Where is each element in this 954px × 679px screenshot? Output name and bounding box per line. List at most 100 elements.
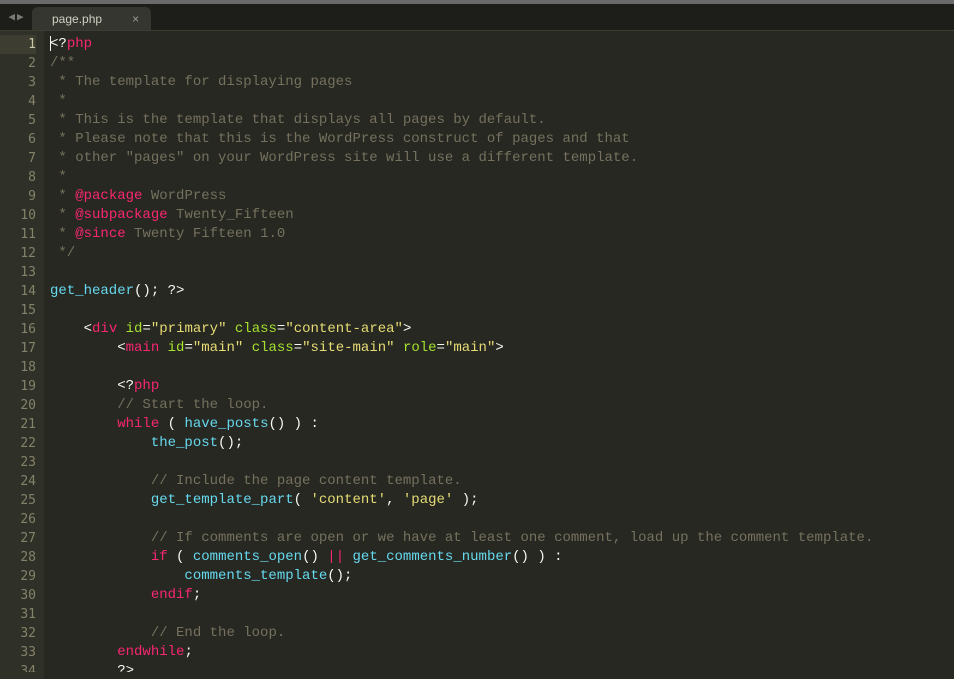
token-plain: ( (168, 549, 193, 565)
line-number[interactable]: 6 (0, 130, 36, 149)
token-attr: id (126, 321, 143, 337)
token-str: "main" (193, 340, 243, 356)
editor: 1234567891011121314151617181920212223242… (0, 31, 954, 679)
nav-arrows[interactable]: ◀ ▶ (0, 4, 32, 30)
token-cm: * (50, 188, 75, 204)
line-number[interactable]: 24 (0, 472, 36, 491)
line-number[interactable]: 17 (0, 339, 36, 358)
code-line[interactable]: * (50, 168, 954, 187)
token-attr: class (235, 321, 277, 337)
code-line[interactable]: while ( have_posts() ) : (50, 415, 954, 434)
token-cm: // If comments are open or we have at le… (151, 530, 874, 546)
line-number[interactable]: 13 (0, 263, 36, 282)
token-kw: main (126, 340, 160, 356)
line-number[interactable]: 32 (0, 624, 36, 643)
line-number[interactable]: 11 (0, 225, 36, 244)
code-line[interactable]: * @subpackage Twenty_Fifteen (50, 206, 954, 225)
line-number[interactable]: 12 (0, 244, 36, 263)
code-line[interactable] (50, 453, 954, 472)
code-line[interactable] (50, 605, 954, 624)
line-number[interactable]: 14 (0, 282, 36, 301)
line-number[interactable]: 20 (0, 396, 36, 415)
code-line[interactable]: endwhile; (50, 643, 954, 662)
token-tag-ann: @since (75, 226, 125, 242)
code-line[interactable]: <?php (50, 35, 954, 54)
nav-forward-icon[interactable]: ▶ (17, 10, 24, 24)
line-number[interactable]: 28 (0, 548, 36, 567)
code-line[interactable] (50, 358, 954, 377)
token-attr: role (403, 340, 437, 356)
token-plain: (); (218, 435, 243, 451)
code-line[interactable]: * The template for displaying pages (50, 73, 954, 92)
token-plain: ( (159, 416, 184, 432)
code-line[interactable]: * other "pages" on your WordPress site w… (50, 149, 954, 168)
token-plain: (); (134, 283, 168, 299)
code-line[interactable]: // Include the page content template. (50, 472, 954, 491)
code-line[interactable]: * Please note that this is the WordPress… (50, 130, 954, 149)
line-number[interactable]: 23 (0, 453, 36, 472)
token-str: 'page' (403, 492, 453, 508)
token-fn: get_header (50, 283, 134, 299)
code-line[interactable]: /** (50, 54, 954, 73)
line-number[interactable]: 21 (0, 415, 36, 434)
code-line[interactable]: <?php (50, 377, 954, 396)
tab-page-php[interactable]: page.php × (32, 7, 151, 30)
code-line[interactable]: */ (50, 244, 954, 263)
line-number[interactable]: 31 (0, 605, 36, 624)
token-cm: // Start the loop. (117, 397, 268, 413)
line-number[interactable]: 8 (0, 168, 36, 187)
line-number[interactable]: 34 (0, 662, 36, 672)
gutter[interactable]: 1234567891011121314151617181920212223242… (0, 31, 44, 679)
code-area[interactable]: <?php/** * The template for displaying p… (44, 31, 954, 679)
code-line[interactable]: <div id="primary" class="content-area"> (50, 320, 954, 339)
tab-filename: page.php (52, 12, 102, 26)
line-number[interactable]: 18 (0, 358, 36, 377)
line-number[interactable]: 25 (0, 491, 36, 510)
nav-back-icon[interactable]: ◀ (8, 10, 15, 24)
line-number[interactable]: 16 (0, 320, 36, 339)
close-icon[interactable]: × (132, 12, 139, 26)
code-line[interactable]: <main id="main" class="site-main" role="… (50, 339, 954, 358)
code-line[interactable]: * @package WordPress (50, 187, 954, 206)
line-number[interactable]: 5 (0, 111, 36, 130)
code-line[interactable]: // If comments are open or we have at le… (50, 529, 954, 548)
code-line[interactable]: endif; (50, 586, 954, 605)
line-number[interactable]: 19 (0, 377, 36, 396)
line-number[interactable]: 3 (0, 73, 36, 92)
code-line[interactable]: * @since Twenty Fifteen 1.0 (50, 225, 954, 244)
code-line[interactable]: // End the loop. (50, 624, 954, 643)
line-number[interactable]: 27 (0, 529, 36, 548)
line-number[interactable]: 30 (0, 586, 36, 605)
line-number[interactable]: 10 (0, 206, 36, 225)
token-cm: * This is the template that displays all… (50, 112, 546, 128)
line-number[interactable]: 22 (0, 434, 36, 453)
line-number[interactable]: 29 (0, 567, 36, 586)
code-line[interactable]: the_post(); (50, 434, 954, 453)
token-str: 'content' (310, 492, 386, 508)
token-plain: = (294, 340, 302, 356)
token-plain (50, 587, 151, 603)
token-tag-ann: @package (75, 188, 142, 204)
line-number[interactable]: 9 (0, 187, 36, 206)
token-plain (50, 549, 151, 565)
code-line[interactable]: // Start the loop. (50, 396, 954, 415)
code-line[interactable]: * This is the template that displays all… (50, 111, 954, 130)
line-number[interactable]: 15 (0, 301, 36, 320)
token-fn: comments_template (184, 568, 327, 584)
code-line[interactable] (50, 263, 954, 282)
code-line[interactable] (50, 301, 954, 320)
line-number[interactable]: 2 (0, 54, 36, 73)
code-line[interactable]: * (50, 92, 954, 111)
code-line[interactable]: get_template_part( 'content', 'page' ); (50, 491, 954, 510)
code-line[interactable]: ?> (50, 662, 954, 672)
token-cm: WordPress (142, 188, 226, 204)
line-number[interactable]: 26 (0, 510, 36, 529)
code-line[interactable]: comments_template(); (50, 567, 954, 586)
code-line[interactable] (50, 510, 954, 529)
line-number[interactable]: 7 (0, 149, 36, 168)
code-line[interactable]: if ( comments_open() || get_comments_num… (50, 548, 954, 567)
line-number[interactable]: 4 (0, 92, 36, 111)
line-number[interactable]: 1 (0, 35, 36, 54)
line-number[interactable]: 33 (0, 643, 36, 662)
code-line[interactable]: get_header(); ?> (50, 282, 954, 301)
